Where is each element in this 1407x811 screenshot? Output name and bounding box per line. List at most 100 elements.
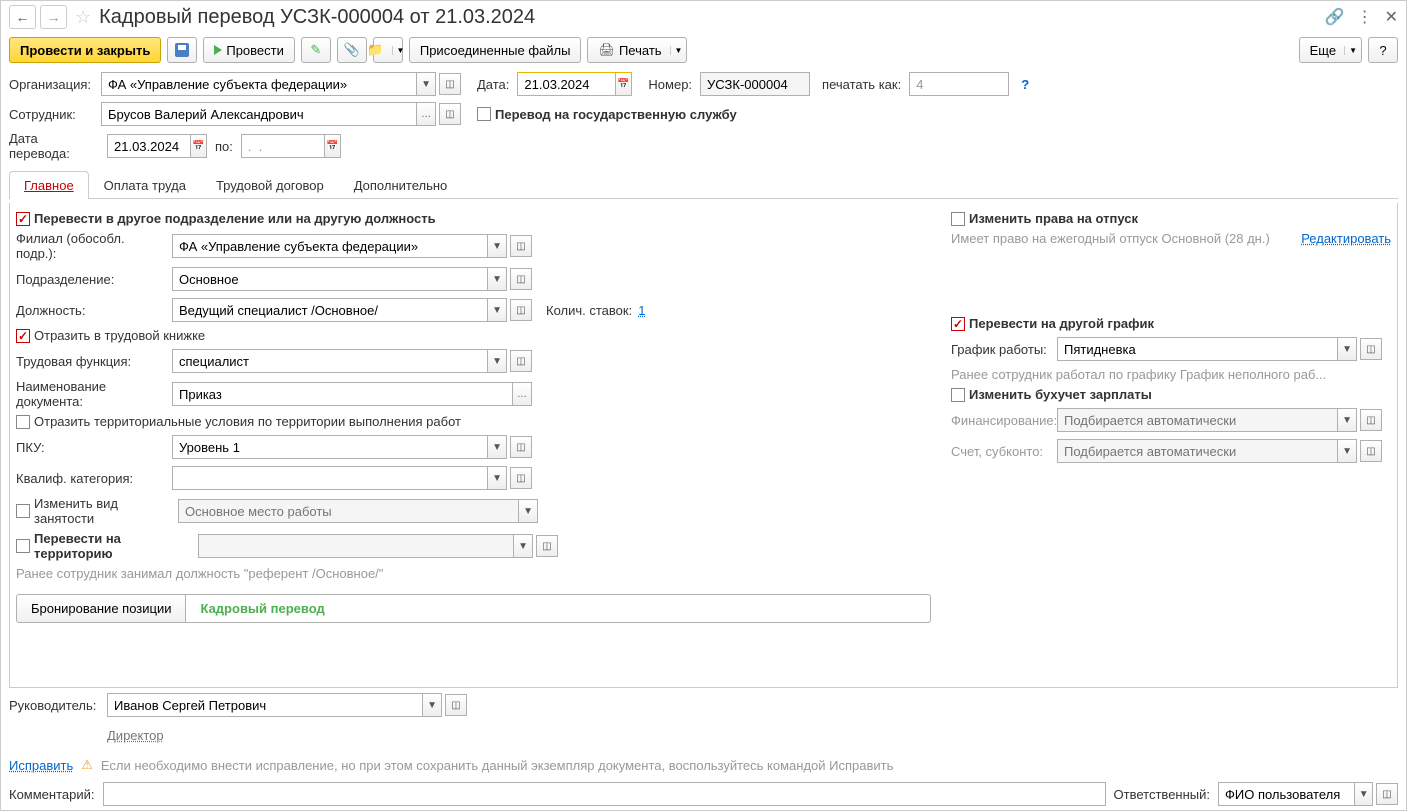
schedule-label: График работы: — [951, 342, 1051, 357]
manager-label: Руководитель: — [9, 698, 99, 713]
schedule-input[interactable] — [1058, 338, 1337, 360]
comment-input[interactable] — [104, 783, 1105, 805]
to-label: по: — [215, 139, 233, 154]
branch-dropdown[interactable]: ▼ — [487, 235, 506, 257]
employee-label: Сотрудник: — [9, 107, 93, 122]
schedule-check[interactable]: Перевести на другой график — [951, 316, 1391, 331]
back-button[interactable] — [9, 5, 36, 29]
manager-position-link[interactable]: Директор — [107, 728, 164, 743]
branch-input[interactable] — [173, 235, 487, 257]
folder-button[interactable]: 📁 — [373, 37, 403, 63]
accounting-check[interactable]: Изменить бухучет зарплаты — [951, 387, 1391, 402]
rates-link[interactable]: 1 — [638, 303, 645, 318]
pku-label: ПКУ: — [16, 440, 166, 455]
account-open: ◫ — [1360, 440, 1382, 462]
responsible-input[interactable] — [1219, 783, 1354, 805]
close-icon[interactable]: ✕ — [1385, 7, 1398, 27]
to-input[interactable] — [242, 135, 324, 157]
territory-dropdown: ▼ — [513, 535, 532, 557]
branch-open[interactable]: ◫ — [510, 235, 532, 257]
pku-input[interactable] — [173, 436, 487, 458]
qual-open[interactable]: ◫ — [510, 467, 532, 489]
financing-input — [1058, 409, 1337, 431]
territory-input — [199, 535, 513, 557]
booking-toggle[interactable]: Бронирование позиции — [17, 595, 186, 622]
edit-vacation-link[interactable]: Редактировать — [1301, 231, 1391, 246]
save-button[interactable] — [167, 37, 197, 63]
manager-dropdown[interactable]: ▼ — [422, 694, 441, 716]
tab-extra[interactable]: Дополнительно — [339, 171, 463, 199]
function-open[interactable]: ◫ — [510, 350, 532, 372]
transferdate-picker[interactable]: 📅 — [190, 135, 206, 157]
fix-note: Если необходимо внести исправление, но п… — [101, 758, 893, 773]
dept-input[interactable] — [173, 268, 487, 290]
employment-dropdown: ▼ — [518, 500, 537, 522]
help-button[interactable]: ? — [1368, 37, 1398, 63]
responsible-open[interactable]: ◫ — [1376, 783, 1398, 805]
financing-label: Финансирование: — [951, 413, 1051, 428]
account-label: Счет, субконто: — [951, 444, 1051, 459]
territory-cond-check[interactable]: Отразить территориальные условия по терр… — [16, 414, 931, 429]
manager-input[interactable] — [108, 694, 422, 716]
manager-open[interactable]: ◫ — [445, 694, 467, 716]
branch-label: Филиал (обособл. подр.): — [16, 231, 166, 261]
org-dropdown[interactable]: ▼ — [416, 73, 435, 95]
financing-dropdown: ▼ — [1337, 409, 1356, 431]
kebab-icon[interactable]: ⋮ — [1357, 7, 1373, 27]
position-dropdown[interactable]: ▼ — [487, 299, 506, 321]
pku-dropdown[interactable]: ▼ — [487, 436, 506, 458]
conduct-close-button[interactable]: Провести и закрыть — [9, 37, 161, 63]
to-picker[interactable]: 📅 — [324, 135, 340, 157]
tab-payment[interactable]: Оплата труда — [89, 171, 201, 199]
function-input[interactable] — [173, 350, 487, 372]
responsible-dropdown[interactable]: ▼ — [1354, 783, 1372, 805]
prev-position-note: Ранее сотрудник занимал должность "рефер… — [16, 566, 931, 581]
vacation-note: Имеет право на ежегодный отпуск Основной… — [951, 231, 1270, 246]
date-input[interactable] — [518, 73, 614, 95]
employee-more[interactable]: … — [416, 103, 435, 125]
position-open[interactable]: ◫ — [510, 299, 532, 321]
more-button[interactable]: Еще — [1299, 37, 1362, 63]
account-input — [1058, 440, 1337, 462]
tab-contract[interactable]: Трудовой договор — [201, 171, 339, 199]
transferdate-input[interactable] — [108, 135, 190, 157]
date-picker[interactable]: 📅 — [615, 73, 632, 95]
printas-input[interactable] — [910, 73, 1008, 95]
employee-input[interactable] — [102, 103, 416, 125]
help-icon[interactable]: ? — [1021, 77, 1029, 92]
print-button[interactable]: 🖨Печать — [587, 37, 687, 63]
comment-label: Комментарий: — [9, 787, 95, 802]
qual-dropdown[interactable]: ▼ — [487, 467, 506, 489]
function-dropdown[interactable]: ▼ — [487, 350, 506, 372]
org-open[interactable]: ◫ — [439, 73, 461, 95]
rates-label: Колич. ставок: — [546, 303, 632, 318]
transfer-terr-check[interactable]: Перевести на территорию — [16, 531, 192, 561]
docname-more[interactable]: … — [512, 383, 531, 405]
docname-input[interactable] — [173, 383, 512, 405]
favorite-icon[interactable]: ☆ — [75, 7, 91, 28]
qual-input[interactable] — [173, 467, 487, 489]
vacation-check[interactable]: Изменить права на отпуск — [951, 211, 1138, 226]
org-input[interactable] — [102, 73, 416, 95]
fix-link[interactable]: Исправить — [9, 758, 73, 773]
edit-button[interactable]: ✎ — [301, 37, 331, 63]
conduct-button[interactable]: Провести — [203, 37, 295, 63]
employee-open[interactable]: ◫ — [439, 103, 461, 125]
schedule-open[interactable]: ◫ — [1360, 338, 1382, 360]
reflect-check[interactable]: Отразить в трудовой книжке — [16, 328, 931, 343]
attach-button[interactable]: 📎 — [337, 37, 367, 63]
attachments-button[interactable]: Присоединенные файлы — [409, 37, 582, 63]
transfer-toggle[interactable]: Кадровый перевод — [186, 595, 338, 622]
forward-button[interactable] — [40, 5, 67, 29]
gov-service-check[interactable]: Перевод на государственную службу — [477, 107, 737, 122]
pencil-icon: ✎ — [310, 42, 321, 58]
dept-dropdown[interactable]: ▼ — [487, 268, 506, 290]
pku-open[interactable]: ◫ — [510, 436, 532, 458]
employment-check[interactable]: Изменить вид занятости — [16, 496, 172, 526]
position-input[interactable] — [173, 299, 487, 321]
schedule-dropdown[interactable]: ▼ — [1337, 338, 1356, 360]
link-icon[interactable]: 🔗 — [1325, 7, 1345, 27]
dept-open[interactable]: ◫ — [510, 268, 532, 290]
tab-main[interactable]: Главное — [9, 171, 89, 199]
transfer-dept-check[interactable]: Перевести в другое подразделение или на … — [16, 211, 931, 226]
